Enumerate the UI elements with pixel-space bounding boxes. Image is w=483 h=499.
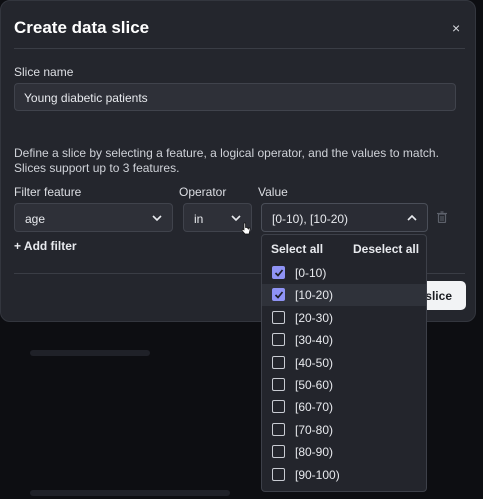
option-checkbox[interactable] <box>272 422 285 436</box>
value-option[interactable]: [40-50) <box>262 352 426 374</box>
select-all-button[interactable]: Select all <box>271 242 323 256</box>
option-label: [20-30) <box>295 310 334 325</box>
option-checkbox[interactable] <box>272 310 285 324</box>
value-dropdown: Select all Deselect all [0-10) [10-20) [20… <box>261 234 427 492</box>
option-label: [90-100) <box>295 467 340 482</box>
option-checkbox[interactable] <box>272 445 285 459</box>
value-select[interactable]: [0-10), [10-20) <box>261 203 428 232</box>
option-label: [30-40) <box>295 333 334 348</box>
option-checkbox[interactable] <box>272 467 285 481</box>
slice-name-label: Slice name <box>14 65 74 79</box>
option-checkbox[interactable] <box>272 266 285 279</box>
chevron-down-icon <box>152 215 162 222</box>
feature-select[interactable]: age <box>14 203 173 232</box>
option-checkbox[interactable] <box>272 288 285 302</box>
option-checkbox[interactable] <box>272 378 285 391</box>
value-option[interactable]: [80-90) <box>262 441 426 463</box>
option-label: [60-70) <box>295 400 334 415</box>
close-icon[interactable]: × <box>452 20 460 36</box>
option-label: [0-10) <box>295 266 327 280</box>
operator-label: Operator <box>179 185 227 199</box>
header-divider <box>14 48 465 49</box>
value-option[interactable]: [60-70) <box>262 396 426 418</box>
trash-icon[interactable] <box>436 211 448 223</box>
slice-name-input[interactable]: Young diabetic patients <box>14 83 456 111</box>
value-option[interactable]: [0-10) <box>262 262 426 284</box>
value-option[interactable]: [90-100) <box>262 464 426 486</box>
chevron-down-icon <box>231 215 241 222</box>
option-checkbox[interactable] <box>272 355 285 369</box>
filter-feature-label: Filter feature <box>14 185 82 199</box>
value-option[interactable]: [30-40) <box>262 329 426 351</box>
option-label: [50-60) <box>295 378 334 392</box>
option-label: [70-80) <box>295 422 334 437</box>
value-label: Value <box>258 185 288 199</box>
add-filter-button[interactable]: + Add filter <box>14 239 77 253</box>
value-option[interactable]: [70-80) <box>262 419 426 441</box>
background-line <box>30 490 230 496</box>
create-slice-button-label: slice <box>425 289 452 303</box>
value-option[interactable]: [20-30) <box>262 307 426 329</box>
check-icon <box>274 269 284 277</box>
background-line <box>30 350 150 356</box>
value-option[interactable]: [50-60) <box>262 374 426 396</box>
chevron-up-icon <box>407 214 417 221</box>
option-checkbox[interactable] <box>272 333 285 347</box>
deselect-all-button[interactable]: Deselect all <box>353 242 419 256</box>
option-label: [40-50) <box>295 355 334 370</box>
mouse-cursor-icon <box>241 222 251 235</box>
value-select-value: [0-10), [10-20) <box>272 212 349 226</box>
modal-title: Create data slice <box>14 18 150 37</box>
value-option[interactable]: [10-20) <box>262 284 426 307</box>
slice-description: Define a slice by selecting a feature, a… <box>14 146 439 175</box>
operator-select-value: in <box>194 212 204 226</box>
check-icon <box>274 291 284 300</box>
option-checkbox[interactable] <box>272 400 285 414</box>
option-label: [10-20) <box>295 288 334 303</box>
feature-select-value: age <box>25 212 46 226</box>
option-label: [80-90) <box>295 445 334 460</box>
